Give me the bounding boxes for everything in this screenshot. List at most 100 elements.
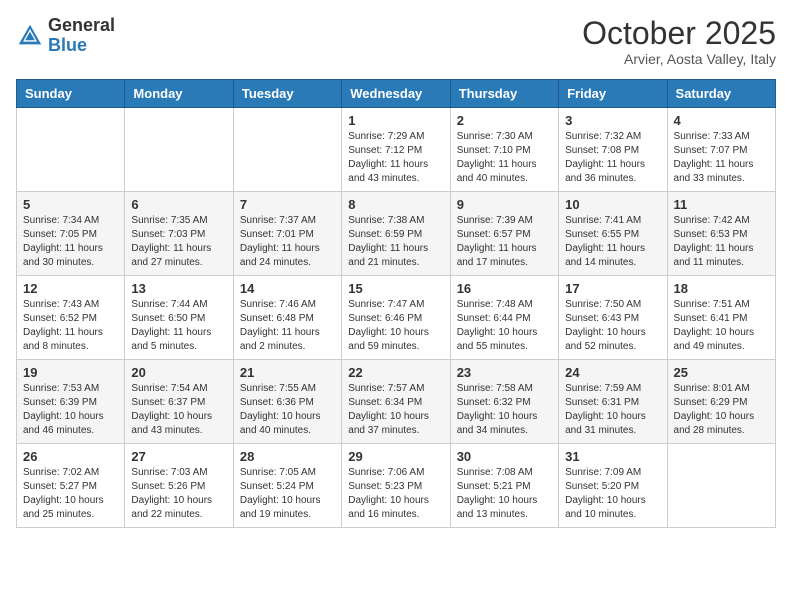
- calendar-cell: 19 Sunrise: 7:53 AMSunset: 6:39 PMDayligh…: [17, 360, 125, 444]
- day-info: Sunrise: 7:44 AMSunset: 6:50 PMDaylight:…: [131, 298, 226, 354]
- calendar-week-row: 12 Sunrise: 7:43 AMSunset: 6:52 PMDayligh…: [17, 276, 776, 360]
- day-number: 10: [565, 197, 660, 212]
- day-info: Sunrise: 7:32 AMSunset: 7:08 PMDaylight:…: [565, 130, 660, 186]
- location-subtitle: Arvier, Aosta Valley, Italy: [582, 51, 776, 67]
- day-number: 3: [565, 113, 660, 128]
- day-info: Sunrise: 7:03 AMSunset: 5:26 PMDaylight:…: [131, 466, 226, 522]
- calendar-cell: 11Sunrise: 7:42 AMSunset: 6:53 PMDayligh…: [667, 192, 775, 276]
- calendar-cell: 27 Sunrise: 7:03 AMSunset: 5:26 PMDayligh…: [125, 444, 233, 528]
- calendar-cell: 6Sunrise: 7:35 AMSunset: 7:03 PMDaylight…: [125, 192, 233, 276]
- calendar-week-row: 5 Sunrise: 7:34 AMSunset: 7:05 PMDaylight…: [17, 192, 776, 276]
- day-info: Sunrise: 7:42 AMSunset: 6:53 PMDaylight:…: [674, 214, 769, 270]
- day-number: 1: [348, 113, 443, 128]
- calendar-week-row: 1 Sunrise: 7:29 AMSunset: 7:12 PMDaylight…: [17, 108, 776, 192]
- calendar-cell: 1 Sunrise: 7:29 AMSunset: 7:12 PMDaylight…: [342, 108, 450, 192]
- calendar-week-row: 26 Sunrise: 7:02 AMSunset: 5:27 PMDayligh…: [17, 444, 776, 528]
- calendar-cell: 13 Sunrise: 7:44 AMSunset: 6:50 PMDayligh…: [125, 276, 233, 360]
- calendar-cell: [667, 444, 775, 528]
- month-title: October 2025: [582, 16, 776, 51]
- day-number: 14: [240, 281, 335, 296]
- day-info: Sunrise: 7:06 AMSunset: 5:23 PMDaylight:…: [348, 466, 443, 522]
- day-info: Sunrise: 7:34 AMSunset: 7:05 PMDaylight:…: [23, 214, 118, 270]
- day-number: 16: [457, 281, 552, 296]
- day-info: Sunrise: 7:33 AMSunset: 7:07 PMDaylight:…: [674, 130, 769, 186]
- day-number: 17: [565, 281, 660, 296]
- calendar-cell: 18 Sunrise: 7:51 AMSunset: 6:41 PMDayligh…: [667, 276, 775, 360]
- calendar-cell: 12 Sunrise: 7:43 AMSunset: 6:52 PMDayligh…: [17, 276, 125, 360]
- day-number: 27: [131, 449, 226, 464]
- day-info: Sunrise: 7:54 AMSunset: 6:37 PMDaylight:…: [131, 382, 226, 438]
- col-thursday: Thursday: [450, 80, 558, 108]
- calendar-cell: 23Sunrise: 7:58 AMSunset: 6:32 PMDayligh…: [450, 360, 558, 444]
- calendar-header-row: Sunday Monday Tuesday Wednesday Thursday…: [17, 80, 776, 108]
- day-info: Sunrise: 7:51 AMSunset: 6:41 PMDaylight:…: [674, 298, 769, 354]
- day-number: 30: [457, 449, 552, 464]
- day-info: Sunrise: 7:08 AMSunset: 5:21 PMDaylight:…: [457, 466, 552, 522]
- calendar-cell: [125, 108, 233, 192]
- calendar-cell: 2 Sunrise: 7:30 AMSunset: 7:10 PMDaylight…: [450, 108, 558, 192]
- day-number: 20: [131, 365, 226, 380]
- day-info: Sunrise: 7:46 AMSunset: 6:48 PMDaylight:…: [240, 298, 335, 354]
- day-info: Sunrise: 7:57 AMSunset: 6:34 PMDaylight:…: [348, 382, 443, 438]
- col-friday: Friday: [559, 80, 667, 108]
- calendar-cell: 30 Sunrise: 7:08 AMSunset: 5:21 PMDayligh…: [450, 444, 558, 528]
- calendar-cell: 28Sunrise: 7:05 AMSunset: 5:24 PMDayligh…: [233, 444, 341, 528]
- calendar-cell: 5 Sunrise: 7:34 AMSunset: 7:05 PMDaylight…: [17, 192, 125, 276]
- day-number: 24: [565, 365, 660, 380]
- calendar-cell: 29 Sunrise: 7:06 AMSunset: 5:23 PMDayligh…: [342, 444, 450, 528]
- calendar-cell: 14 Sunrise: 7:46 AMSunset: 6:48 PMDayligh…: [233, 276, 341, 360]
- calendar-cell: 10 Sunrise: 7:41 AMSunset: 6:55 PMDayligh…: [559, 192, 667, 276]
- logo-general-text: General: [48, 15, 115, 35]
- calendar-cell: 15 Sunrise: 7:47 AMSunset: 6:46 PMDayligh…: [342, 276, 450, 360]
- calendar-cell: 24Sunrise: 7:59 AMSunset: 6:31 PMDayligh…: [559, 360, 667, 444]
- calendar-cell: [17, 108, 125, 192]
- day-number: 12: [23, 281, 118, 296]
- day-info: Sunrise: 7:50 AMSunset: 6:43 PMDaylight:…: [565, 298, 660, 354]
- col-tuesday: Tuesday: [233, 80, 341, 108]
- day-number: 26: [23, 449, 118, 464]
- calendar-cell: 8 Sunrise: 7:38 AMSunset: 6:59 PMDaylight…: [342, 192, 450, 276]
- day-info: Sunrise: 7:05 AMSunset: 5:24 PMDaylight:…: [240, 466, 335, 522]
- day-number: 4: [674, 113, 769, 128]
- day-number: 18: [674, 281, 769, 296]
- calendar-cell: 31 Sunrise: 7:09 AMSunset: 5:20 PMDayligh…: [559, 444, 667, 528]
- day-info: Sunrise: 7:53 AMSunset: 6:39 PMDaylight:…: [23, 382, 118, 438]
- day-info: Sunrise: 7:48 AMSunset: 6:44 PMDaylight:…: [457, 298, 552, 354]
- calendar-week-row: 19 Sunrise: 7:53 AMSunset: 6:39 PMDayligh…: [17, 360, 776, 444]
- day-info: Sunrise: 7:37 AMSunset: 7:01 PMDaylight:…: [240, 214, 335, 270]
- calendar-cell: 4 Sunrise: 7:33 AMSunset: 7:07 PMDaylight…: [667, 108, 775, 192]
- day-number: 5: [23, 197, 118, 212]
- day-info: Sunrise: 7:38 AMSunset: 6:59 PMDaylight:…: [348, 214, 443, 270]
- day-number: 2: [457, 113, 552, 128]
- title-area: October 2025 Arvier, Aosta Valley, Italy: [582, 16, 776, 67]
- day-info: Sunrise: 7:30 AMSunset: 7:10 PMDaylight:…: [457, 130, 552, 186]
- day-info: Sunrise: 7:29 AMSunset: 7:12 PMDaylight:…: [348, 130, 443, 186]
- calendar-cell: 20 Sunrise: 7:54 AMSunset: 6:37 PMDayligh…: [125, 360, 233, 444]
- day-number: 13: [131, 281, 226, 296]
- day-info: Sunrise: 7:09 AMSunset: 5:20 PMDaylight:…: [565, 466, 660, 522]
- day-info: Sunrise: 7:41 AMSunset: 6:55 PMDaylight:…: [565, 214, 660, 270]
- day-number: 15: [348, 281, 443, 296]
- day-number: 31: [565, 449, 660, 464]
- day-number: 19: [23, 365, 118, 380]
- calendar-cell: 7Sunrise: 7:37 AMSunset: 7:01 PMDaylight…: [233, 192, 341, 276]
- calendar-cell: 9 Sunrise: 7:39 AMSunset: 6:57 PMDaylight…: [450, 192, 558, 276]
- day-info: Sunrise: 7:35 AMSunset: 7:03 PMDaylight:…: [131, 214, 226, 270]
- day-info: Sunrise: 7:39 AMSunset: 6:57 PMDaylight:…: [457, 214, 552, 270]
- day-number: 9: [457, 197, 552, 212]
- calendar-cell: 26 Sunrise: 7:02 AMSunset: 5:27 PMDayligh…: [17, 444, 125, 528]
- col-sunday: Sunday: [17, 80, 125, 108]
- day-info: Sunrise: 7:02 AMSunset: 5:27 PMDaylight:…: [23, 466, 118, 522]
- calendar-cell: [233, 108, 341, 192]
- day-info: Sunrise: 7:58 AMSunset: 6:32 PMDaylight:…: [457, 382, 552, 438]
- day-info: Sunrise: 7:47 AMSunset: 6:46 PMDaylight:…: [348, 298, 443, 354]
- calendar-cell: 21Sunrise: 7:55 AMSunset: 6:36 PMDayligh…: [233, 360, 341, 444]
- calendar-cell: 25Sunrise: 8:01 AMSunset: 6:29 PMDayligh…: [667, 360, 775, 444]
- day-info: Sunrise: 7:43 AMSunset: 6:52 PMDaylight:…: [23, 298, 118, 354]
- calendar-cell: 17 Sunrise: 7:50 AMSunset: 6:43 PMDayligh…: [559, 276, 667, 360]
- day-number: 8: [348, 197, 443, 212]
- day-number: 29: [348, 449, 443, 464]
- day-info: Sunrise: 7:55 AMSunset: 6:36 PMDaylight:…: [240, 382, 335, 438]
- calendar-cell: 3 Sunrise: 7:32 AMSunset: 7:08 PMDaylight…: [559, 108, 667, 192]
- day-number: 25: [674, 365, 769, 380]
